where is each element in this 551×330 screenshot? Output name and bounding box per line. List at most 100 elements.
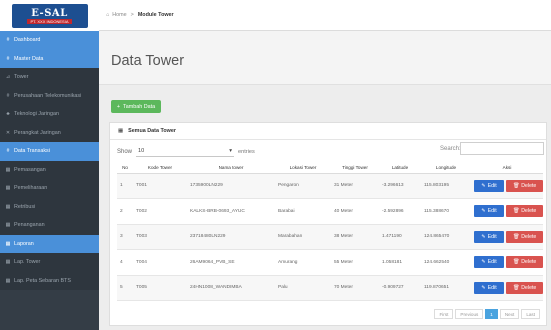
show-label: Show (117, 148, 133, 155)
cell-lat: -2.592896 (379, 198, 421, 225)
search-input[interactable] (460, 142, 544, 155)
edit-button[interactable]: ✎ Edit (474, 205, 504, 218)
cell-nama: 1735900LN229 (187, 173, 275, 199)
sidebar-item-perangkat[interactable]: ✕ Perangkat Jaringan (0, 123, 99, 142)
column-header: Aksi (471, 163, 543, 174)
column-header[interactable]: No (117, 163, 133, 174)
cell-kode: T003 (133, 224, 187, 250)
cell-lng: 119.870651 (421, 275, 471, 301)
cell-nama: 24HN1008_WANDIMBA (187, 275, 275, 301)
cell-actions: ✎ Edit 🗑 Delete (471, 275, 543, 301)
sidebar-item-label: Penanganan (14, 222, 45, 229)
sidebar-item-laporan[interactable]: ▦ Laporan (0, 234, 99, 253)
pencil-icon: ✎ (481, 259, 486, 266)
cell-lat: 1.471190 (379, 224, 421, 250)
delete-button[interactable]: 🗑 Delete (506, 230, 543, 243)
cell-lokasi: Barabai (275, 198, 331, 225)
chevron-down-icon: ▾ (229, 148, 233, 154)
cell-tinggi: 70 Meter (331, 275, 379, 301)
column-header[interactable]: Longitude (421, 163, 471, 174)
table-row: 2 T002 KALKS-BRB-0693_AYUC Barabai 40 Me… (117, 198, 543, 225)
sidebar-item-data-transaksi[interactable]: # Data Transaksi (0, 142, 99, 161)
cell-no: 4 (117, 249, 133, 276)
delete-button[interactable]: 🗑 Delete (506, 281, 543, 294)
table-row: 4 T004 26AM9064_PVB_SE Amurang 55 Meter … (117, 249, 543, 276)
sidebar-item-perusahaan[interactable]: # Perusahaan Telekomunikasi (0, 86, 99, 105)
pagination-last[interactable]: Last (521, 309, 540, 319)
logo[interactable]: E-SAL PT. XXX INDONESIA (11, 3, 88, 28)
cell-actions: ✎ Edit 🗑 Delete (471, 249, 543, 276)
tower-icon: ⊿ (5, 74, 11, 81)
pagination-current[interactable]: 1 (485, 309, 498, 319)
cell-lng: 124.865470 (421, 224, 471, 250)
sidebar-item-label: Laporan (14, 240, 34, 247)
sidebar-item-master-data[interactable]: # Master Data (0, 49, 99, 68)
sidebar-item-lap-peta[interactable]: ▦ Lap. Peta Sebaran BTS (0, 271, 99, 290)
sidebar-item-lap-tower[interactable]: ▦ Lap. Tower (0, 253, 99, 272)
pagination-previous[interactable]: Previous (455, 309, 484, 319)
column-header[interactable]: Tinggi Tower (331, 163, 379, 174)
breadcrumb-separator: > (130, 12, 134, 18)
cell-tinggi: 40 Meter (331, 198, 379, 225)
pagination-next[interactable]: Next (499, 309, 520, 319)
cell-lokasi: Pengaron (275, 173, 331, 199)
sidebar-item-retribusi[interactable]: ▦ Retribusi (0, 197, 99, 216)
sidebar-item-tower[interactable]: ⊿ Tower (0, 68, 99, 87)
edit-button[interactable]: ✎ Edit (474, 230, 504, 243)
edit-button[interactable]: ✎ Edit (474, 179, 504, 192)
sidebar-item-penanganan[interactable]: ▦ Penanganan (0, 216, 99, 235)
hash-icon: # (6, 37, 10, 44)
cell-no: 2 (117, 198, 133, 225)
cell-lat: -3.296613 (379, 173, 421, 199)
cell-tinggi: 55 Meter (331, 249, 379, 276)
trash-icon: 🗑 (512, 208, 520, 215)
pagination-first[interactable]: First (434, 309, 454, 319)
table-icon: ▦ (118, 128, 124, 134)
trash-icon: 🗑 (512, 259, 520, 266)
logo-area: E-SAL PT. XXX INDONESIA (0, 0, 99, 31)
column-header[interactable]: Latitude (379, 163, 421, 174)
cell-lokasi: Marabahan (275, 224, 331, 250)
add-data-button[interactable]: + Tambah Data (111, 100, 161, 113)
sidebar-item-teknologi[interactable]: ♣ Teknologi Jaringan (0, 105, 99, 124)
delete-button[interactable]: 🗑 Delete (506, 256, 543, 269)
sidebar-item-label: Perusahaan Telekomunikasi (14, 92, 82, 99)
trash-icon: 🗑 (512, 182, 520, 189)
table-row: 3 T003 23718480LN229 Marabahan 38 Meter … (117, 224, 543, 250)
trash-icon: 🗑 (512, 233, 520, 240)
breadcrumb: ⌂ Home > Module Tower (99, 0, 551, 31)
entries-control: Show 10 ▾ entries (117, 146, 255, 157)
breadcrumb-current: Module Tower (137, 12, 174, 18)
delete-button[interactable]: 🗑 Delete (506, 179, 543, 192)
pagination: First Previous 1 Next Last (434, 309, 540, 319)
cell-lng: 115.388670 (421, 198, 471, 225)
cell-nama: 26AM9064_PVB_SE (187, 249, 275, 276)
main-content: Data Tower + Tambah Data ▦ Semua Data To… (99, 31, 551, 330)
sidebar-item-label: Data Transaksi (14, 148, 50, 155)
sidebar-item-pemasangan[interactable]: ▦ Pemasangan (0, 160, 99, 179)
column-header[interactable]: Nama tower (187, 163, 275, 174)
cell-no: 1 (117, 173, 133, 199)
column-header[interactable]: Kode Tower (133, 163, 187, 174)
cell-kode: T002 (133, 198, 187, 225)
table-row: 5 T005 24HN1008_WANDIMBA Palu 70 Meter -… (117, 275, 543, 301)
cell-tinggi: 31 Meter (331, 173, 379, 199)
trash-icon: 🗑 (512, 284, 520, 291)
sidebar-item-dashboard[interactable]: # Dashboard (0, 31, 99, 50)
edit-button[interactable]: ✎ Edit (474, 256, 504, 269)
cell-actions: ✎ Edit 🗑 Delete (471, 224, 543, 250)
breadcrumb-home[interactable]: Home (112, 12, 126, 18)
cell-actions: ✎ Edit 🗑 Delete (471, 173, 543, 199)
pencil-icon: ✎ (481, 208, 486, 215)
cell-lat: -0.909727 (379, 275, 421, 301)
cell-lng: 115.803195 (421, 173, 471, 199)
delete-button[interactable]: 🗑 Delete (506, 205, 543, 218)
network-icon: ♣ (6, 111, 10, 118)
sidebar: E-SAL PT. XXX INDONESIA # Dashboard # Ma… (0, 0, 99, 330)
edit-button[interactable]: ✎ Edit (474, 281, 504, 294)
column-header[interactable]: Lokasi Tower (275, 163, 331, 174)
cell-nama: 23718480LN229 (187, 224, 275, 250)
pencil-icon: ✎ (481, 182, 486, 189)
sidebar-item-pemeliharaan[interactable]: ▦ Pemeliharaan (0, 179, 99, 198)
entries-select[interactable]: 10 ▾ (136, 146, 235, 157)
